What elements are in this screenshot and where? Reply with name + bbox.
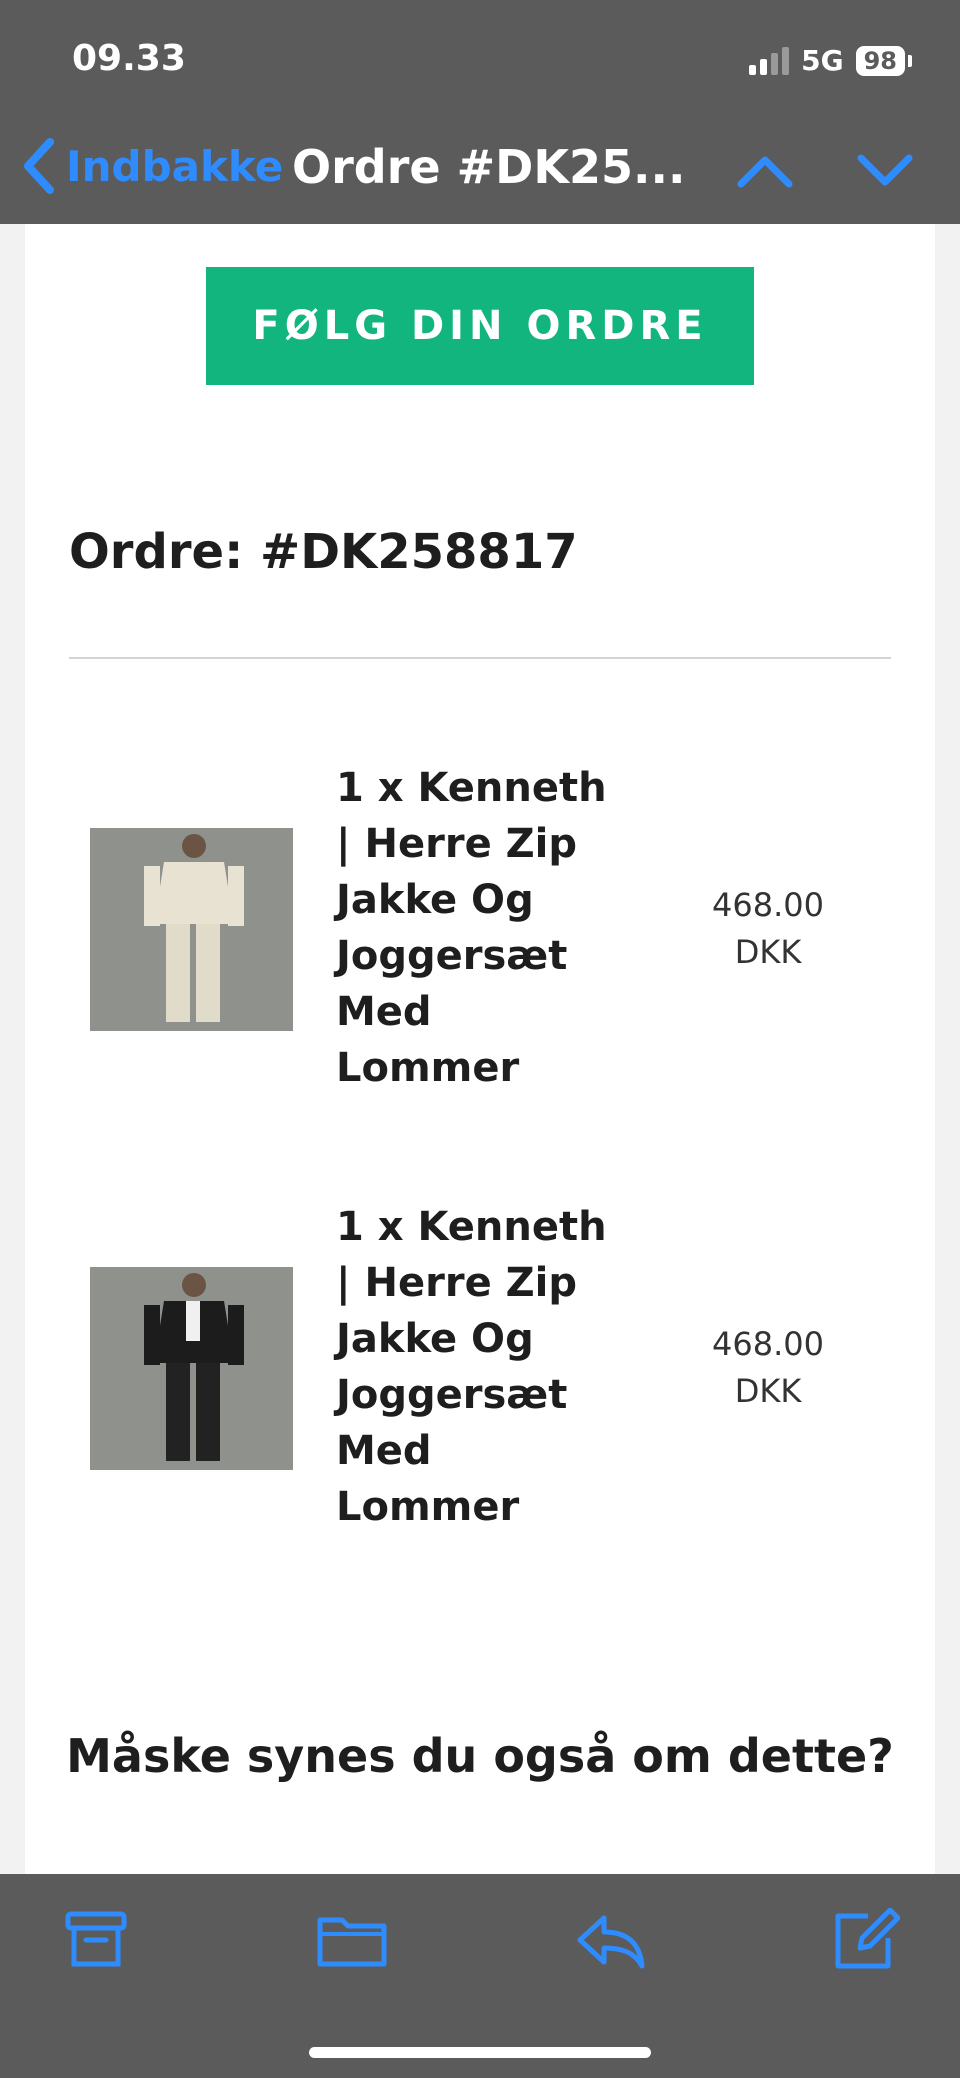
price-amount: 468.00 xyxy=(712,886,824,924)
signal-icon xyxy=(749,46,790,75)
price-amount: 468.00 xyxy=(712,1325,824,1363)
clock: 09.33 xyxy=(72,38,186,79)
back-button[interactable]: Indbakke xyxy=(20,138,283,194)
price-currency: DKK xyxy=(734,933,802,971)
chevron-down-icon xyxy=(857,154,913,186)
compose-icon xyxy=(835,1907,901,1969)
home-indicator[interactable] xyxy=(309,2047,651,2058)
item-name-line: Joggersæt xyxy=(336,933,568,979)
compose-button[interactable] xyxy=(832,1907,901,1976)
item-name: 1 x Kenneth | Herre Zip Jakke Og Joggers… xyxy=(336,760,636,1096)
previous-message-button[interactable] xyxy=(735,140,795,204)
move-to-folder-button[interactable] xyxy=(316,1908,388,1976)
page-title: Ordre #DK25... xyxy=(292,140,686,194)
nav-bar: Indbakke Ordre #DK25... xyxy=(0,120,960,224)
item-name-line: 1 x Kenneth xyxy=(336,765,607,811)
suggestion-heading: Måske synes du også om dette? xyxy=(66,1729,894,1783)
item-name-line: Med xyxy=(336,1428,432,1474)
reply-button[interactable] xyxy=(574,1908,646,1976)
product-image xyxy=(90,828,293,1031)
item-price: 468.00 DKK xyxy=(688,882,848,976)
archive-button[interactable] xyxy=(64,1908,128,1976)
status-bar: 09.33 5G 98 xyxy=(0,0,960,120)
item-name-line: 1 x Kenneth xyxy=(336,1204,607,1250)
back-label: Indbakke xyxy=(66,141,284,191)
chevron-up-icon xyxy=(737,156,793,188)
price-currency: DKK xyxy=(734,1372,802,1410)
email-body: FØLG DIN ORDRE Ordre: #DK258817 1 x Kenn… xyxy=(25,224,935,1874)
item-name-line: Med xyxy=(336,989,432,1035)
product-image xyxy=(90,1267,293,1470)
order-heading: Ordre: #DK258817 xyxy=(69,524,578,580)
item-name-line: | Herre Zip xyxy=(336,1260,577,1306)
item-name-line: Lommer xyxy=(336,1045,520,1091)
item-name-line: Jakke Og xyxy=(336,1316,534,1362)
battery-icon: 98 xyxy=(855,45,905,76)
reply-icon xyxy=(577,1915,645,1969)
status-indicators: 5G 98 xyxy=(749,44,912,77)
item-name: 1 x Kenneth | Herre Zip Jakke Og Joggers… xyxy=(336,1199,636,1535)
archive-icon xyxy=(65,1911,127,1967)
folder-icon xyxy=(317,1917,387,1967)
item-name-line: Lommer xyxy=(336,1484,520,1530)
battery-tip xyxy=(908,54,912,67)
chevron-left-icon xyxy=(24,138,54,194)
item-name-line: Joggersæt xyxy=(336,1372,568,1418)
product-photo-icon xyxy=(90,828,293,1031)
divider xyxy=(69,657,891,659)
item-name-line: Jakke Og xyxy=(336,877,534,923)
item-price: 468.00 DKK xyxy=(688,1321,848,1415)
track-order-button[interactable]: FØLG DIN ORDRE xyxy=(206,267,754,385)
item-name-line: | Herre Zip xyxy=(336,821,577,867)
product-photo-icon xyxy=(90,1267,293,1470)
next-message-button[interactable] xyxy=(855,140,915,204)
network-label: 5G xyxy=(801,44,844,77)
